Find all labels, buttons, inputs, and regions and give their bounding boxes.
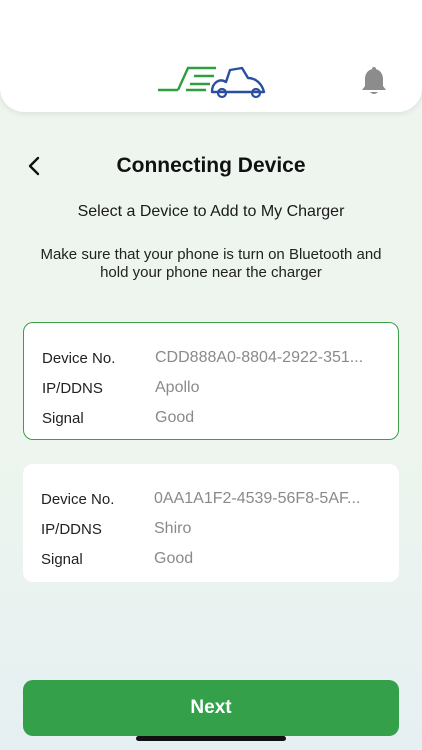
app-header (0, 0, 422, 112)
ip-ddns-label: IP/DDNS (42, 379, 103, 397)
signal-value: Good (154, 550, 194, 567)
instruction-text: Make sure that your phone is turn on Blu… (40, 246, 382, 281)
ip-ddns-label: IP/DDNS (41, 520, 102, 538)
device-no-label: Device No. (42, 349, 116, 367)
ip-ddns-row: IP/DDNS Apollo (42, 373, 380, 403)
device-no-label: Device No. (41, 490, 115, 508)
ip-ddns-value: Apollo (155, 379, 200, 396)
signal-row: Signal Good (41, 544, 381, 574)
home-indicator (136, 736, 286, 741)
device-no-row: Device No. CDD888A0-8804-2922-351... (42, 343, 380, 373)
device-no-value: CDD888A0-8804-2922-351... (155, 349, 364, 366)
bell-icon[interactable] (360, 66, 388, 96)
device-card[interactable]: Device No. 0AA1A1F2-4539-56F8-5AF... IP/… (23, 464, 399, 582)
device-card-selected[interactable]: Device No. CDD888A0-8804-2922-351... IP/… (23, 322, 399, 440)
ip-ddns-row: IP/DDNS Shiro (41, 514, 381, 544)
charger-scooter-logo-icon (158, 66, 266, 99)
device-no-value: 0AA1A1F2-4539-56F8-5AF... (154, 490, 361, 507)
signal-label: Signal (42, 409, 84, 427)
page-title: Connecting Device (116, 154, 306, 177)
signal-row: Signal Good (42, 403, 380, 433)
signal-label: Signal (41, 550, 83, 568)
page-subtitle: Select a Device to Add to My Charger (77, 203, 345, 220)
device-no-row: Device No. 0AA1A1F2-4539-56F8-5AF... (41, 484, 381, 514)
ip-ddns-value: Shiro (154, 520, 192, 537)
signal-value: Good (155, 409, 195, 426)
next-button[interactable]: Next (23, 680, 399, 736)
